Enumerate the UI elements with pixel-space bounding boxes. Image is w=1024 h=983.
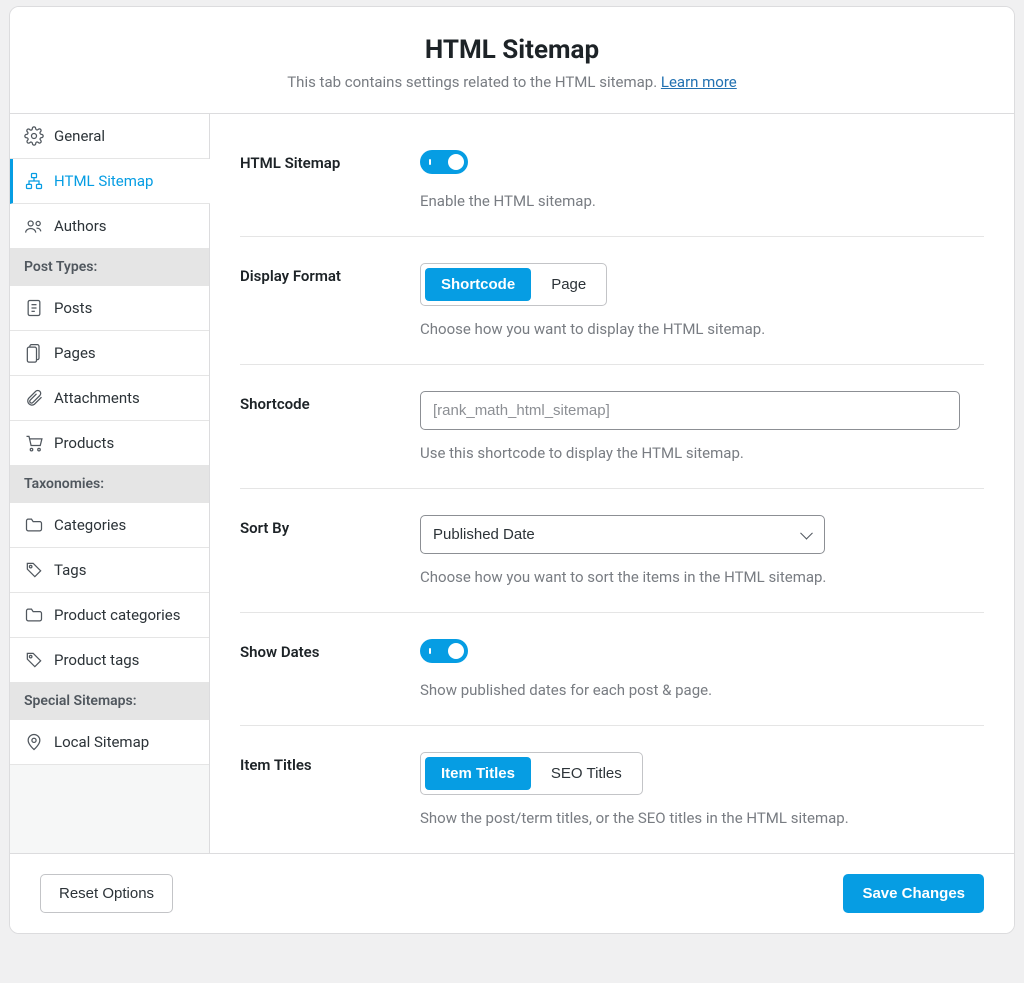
sidebar-item-general[interactable]: General bbox=[10, 114, 209, 159]
field-show-dates: Show Dates Show published dates for each… bbox=[240, 613, 984, 726]
sitemap-icon bbox=[24, 171, 44, 191]
sidebar-item-pages[interactable]: Pages bbox=[10, 331, 209, 376]
save-button[interactable]: Save Changes bbox=[843, 874, 984, 913]
sidebar-item-label: Posts bbox=[54, 299, 92, 317]
field-description: Choose how you want to display the HTML … bbox=[420, 320, 984, 338]
html-sitemap-toggle[interactable] bbox=[420, 150, 468, 174]
sidebar-item-label: Product categories bbox=[54, 606, 180, 624]
field-label: HTML Sitemap bbox=[240, 150, 420, 210]
field-description: Choose how you want to sort the items in… bbox=[420, 568, 984, 586]
sidebar-item-label: General bbox=[54, 127, 105, 145]
field-shortcode: Shortcode Use this shortcode to display … bbox=[240, 365, 984, 489]
sidebar-item-posts[interactable]: Posts bbox=[10, 286, 209, 331]
field-description: Show published dates for each post & pag… bbox=[420, 681, 984, 699]
footer: Reset Options Save Changes bbox=[10, 853, 1014, 933]
attachment-icon bbox=[24, 388, 44, 408]
sidebar-item-attachments[interactable]: Attachments bbox=[10, 376, 209, 421]
users-icon bbox=[24, 216, 44, 236]
page-title: HTML Sitemap bbox=[30, 35, 994, 65]
field-description: Show the post/term titles, or the SEO ti… bbox=[420, 809, 984, 827]
field-sort-by: Sort By Published Date Choose how you wa… bbox=[240, 489, 984, 613]
sidebar-item-label: Categories bbox=[54, 516, 126, 534]
sidebar-section-label: Special Sitemaps: bbox=[24, 693, 137, 709]
field-label: Show Dates bbox=[240, 639, 420, 699]
sidebar-section-header: Special Sitemaps: bbox=[10, 683, 209, 720]
sort-by-select[interactable]: Published Date bbox=[420, 515, 825, 554]
post-icon bbox=[24, 298, 44, 318]
sidebar-item-label: HTML Sitemap bbox=[54, 172, 154, 190]
item-titles-item[interactable]: Item Titles bbox=[425, 757, 531, 790]
page-subtitle: This tab contains settings related to th… bbox=[30, 73, 994, 91]
sidebar: General HTML Sitemap Authors Post Types: Pos… bbox=[10, 114, 210, 853]
cart-icon bbox=[24, 433, 44, 453]
sidebar-section-label: Post Types: bbox=[24, 259, 97, 275]
sidebar-item-label: Tags bbox=[54, 561, 86, 579]
folder-icon bbox=[24, 515, 44, 535]
folder-icon bbox=[24, 605, 44, 625]
tag-icon bbox=[24, 650, 44, 670]
sidebar-item-label: Attachments bbox=[54, 389, 140, 407]
tag-icon bbox=[24, 560, 44, 580]
display-format-group: Shortcode Page bbox=[420, 263, 607, 306]
display-format-page[interactable]: Page bbox=[535, 268, 602, 301]
shortcode-input[interactable] bbox=[420, 391, 960, 430]
sidebar-item-categories[interactable]: Categories bbox=[10, 503, 209, 548]
sidebar-item-product-tags[interactable]: Product tags bbox=[10, 638, 209, 683]
sidebar-section-header: Post Types: bbox=[10, 249, 209, 286]
item-titles-group: Item Titles SEO Titles bbox=[420, 752, 643, 795]
sidebar-item-authors[interactable]: Authors bbox=[10, 204, 209, 249]
panel-header: HTML Sitemap This tab contains settings … bbox=[10, 7, 1014, 114]
page-icon bbox=[24, 343, 44, 363]
sidebar-item-label: Product tags bbox=[54, 651, 139, 669]
learn-more-link[interactable]: Learn more bbox=[661, 73, 737, 91]
sidebar-item-label: Local Sitemap bbox=[54, 733, 149, 751]
field-label: Sort By bbox=[240, 515, 420, 586]
sidebar-item-tags[interactable]: Tags bbox=[10, 548, 209, 593]
sidebar-item-html-sitemap[interactable]: HTML Sitemap bbox=[10, 159, 210, 204]
sidebar-item-local-sitemap[interactable]: Local Sitemap bbox=[10, 720, 209, 765]
field-display-format: Display Format Shortcode Page Choose how… bbox=[240, 237, 984, 365]
reset-button[interactable]: Reset Options bbox=[40, 874, 173, 913]
settings-content: HTML Sitemap Enable the HTML sitemap. Di… bbox=[210, 114, 1014, 853]
sidebar-item-label: Authors bbox=[54, 217, 107, 235]
field-label: Item Titles bbox=[240, 752, 420, 827]
gear-icon bbox=[24, 126, 44, 146]
field-item-titles: Item Titles Item Titles SEO Titles Show … bbox=[240, 726, 984, 853]
settings-panel: HTML Sitemap This tab contains settings … bbox=[9, 6, 1015, 934]
sidebar-item-label: Pages bbox=[54, 344, 96, 362]
display-format-shortcode[interactable]: Shortcode bbox=[425, 268, 531, 301]
field-label: Shortcode bbox=[240, 391, 420, 462]
sidebar-item-products[interactable]: Products bbox=[10, 421, 209, 466]
field-description: Enable the HTML sitemap. bbox=[420, 192, 984, 210]
item-titles-seo[interactable]: SEO Titles bbox=[535, 757, 638, 790]
pin-icon bbox=[24, 732, 44, 752]
sidebar-item-product-categories[interactable]: Product categories bbox=[10, 593, 209, 638]
field-description: Use this shortcode to display the HTML s… bbox=[420, 444, 984, 462]
show-dates-toggle[interactable] bbox=[420, 639, 468, 663]
field-label: Display Format bbox=[240, 263, 420, 338]
sort-by-select-wrap: Published Date bbox=[420, 515, 825, 554]
field-html-sitemap: HTML Sitemap Enable the HTML sitemap. bbox=[240, 124, 984, 237]
sidebar-item-label: Products bbox=[54, 434, 114, 452]
sidebar-section-header: Taxonomies: bbox=[10, 466, 209, 503]
sidebar-section-label: Taxonomies: bbox=[24, 476, 104, 492]
